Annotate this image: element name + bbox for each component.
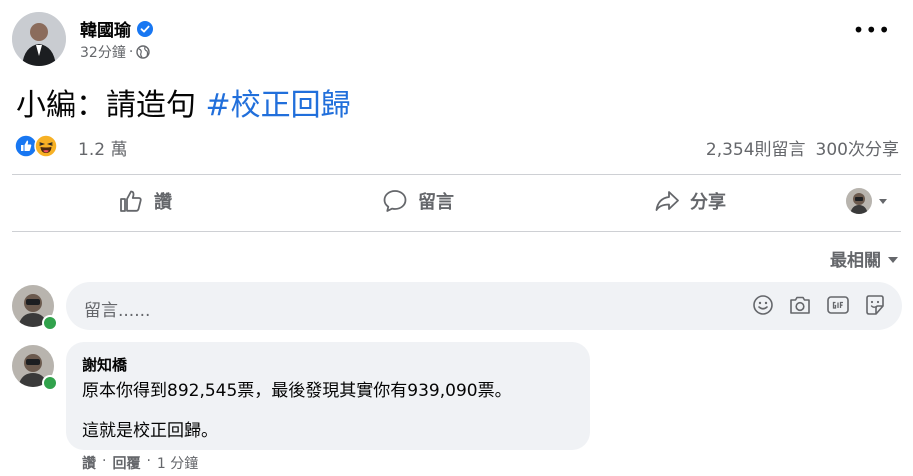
- post-stats: 2,354則留言 300次分享: [706, 135, 899, 160]
- more-options-icon[interactable]: •••: [853, 20, 891, 40]
- comment-actions-separator: ·: [146, 453, 151, 469]
- haha-reaction-icon: [34, 134, 58, 158]
- comment-actions-separator: ·: [102, 453, 107, 469]
- comment-text-line1: 原本你得到892,545票，最後發現其實你有939,090票。: [82, 381, 512, 401]
- post-as-selector[interactable]: [846, 188, 888, 214]
- caret-down-icon: [879, 199, 887, 204]
- divider-bottom: [12, 231, 901, 232]
- post-time[interactable]: 32分鐘: [80, 42, 126, 62]
- reaction-count[interactable]: 1.2 萬: [78, 135, 127, 160]
- shares-count[interactable]: 300次分享: [816, 135, 899, 160]
- author-name-row: 韓國瑜: [80, 16, 153, 41]
- comment-input-tools: [752, 294, 886, 316]
- globe-icon: [136, 45, 150, 59]
- like-button[interactable]: 讚: [118, 188, 172, 214]
- author-name[interactable]: 韓國瑜: [80, 16, 131, 41]
- sticker-icon[interactable]: [864, 294, 886, 316]
- divider-top: [12, 174, 901, 175]
- commenter-online-badge: [42, 375, 58, 391]
- like-label: 讚: [154, 192, 172, 213]
- comments-count[interactable]: 2,354則留言: [706, 135, 806, 160]
- sort-label: 最相關: [830, 251, 881, 271]
- comment-actions: 讚 · 回覆 · 1 分鐘: [82, 453, 198, 473]
- reactions-icons[interactable]: [14, 134, 58, 158]
- comment-author[interactable]: 謝知橋: [82, 354, 127, 375]
- comment-label: 留言: [418, 192, 454, 213]
- comment-reply-link[interactable]: 回覆: [112, 453, 140, 473]
- comment-time[interactable]: 1 分鐘: [157, 453, 198, 473]
- comment-like-link[interactable]: 讚: [82, 453, 96, 473]
- post-meta: 32分鐘 ·: [80, 42, 150, 62]
- caret-down-icon: [888, 256, 898, 263]
- emoji-icon[interactable]: [752, 294, 774, 316]
- gif-icon[interactable]: [826, 294, 850, 316]
- comment-button[interactable]: 留言: [382, 188, 454, 214]
- author-avatar[interactable]: [12, 12, 66, 66]
- post-as-avatar: [846, 188, 872, 214]
- verified-badge-icon: [137, 20, 153, 37]
- share-arrow-icon: [655, 191, 679, 211]
- share-button[interactable]: 分享: [654, 188, 726, 214]
- comment-input-placeholder[interactable]: 留言......: [84, 296, 150, 321]
- online-status-badge: [42, 315, 58, 331]
- hashtag-link[interactable]: #校正回歸: [206, 88, 351, 123]
- share-label: 分享: [690, 192, 726, 213]
- comment-sort-dropdown[interactable]: 最相關: [830, 246, 899, 271]
- post-text: 小編：請造句 #校正回歸: [16, 80, 351, 124]
- post-body: 小編：請造句: [16, 88, 206, 123]
- camera-icon[interactable]: [788, 294, 812, 316]
- meta-separator: ·: [128, 44, 134, 60]
- comment-text-line2: 這就是校正回歸。: [82, 421, 218, 441]
- thumbs-up-icon: [120, 190, 142, 212]
- speech-bubble-icon: [383, 190, 407, 212]
